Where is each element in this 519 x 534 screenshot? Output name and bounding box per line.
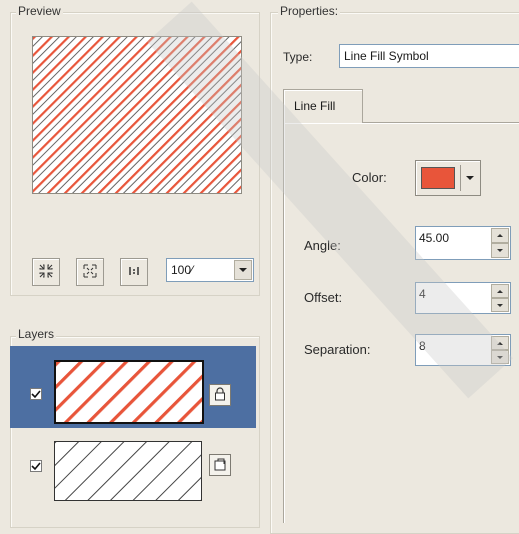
arrow-down-icon	[497, 303, 503, 307]
preview-group-title: Preview	[16, 4, 63, 18]
arrow-up-icon	[497, 341, 503, 345]
layers-group-title: Layers	[16, 327, 57, 341]
separation-value: 8	[419, 339, 426, 353]
layer-2-swatch[interactable]	[54, 441, 202, 501]
zoom-in-button[interactable]	[32, 258, 60, 286]
offset-value: 4	[419, 287, 426, 301]
symbol-type-select[interactable]: Line Fill Symbol	[339, 44, 519, 68]
chevron-down-icon	[239, 268, 247, 272]
check-icon	[31, 462, 41, 471]
check-icon	[31, 390, 41, 399]
layer-1-hatch	[56, 362, 202, 422]
angle-label: Angle:	[304, 238, 341, 253]
tab-panel-line-fill	[283, 122, 519, 523]
layer-1-visibility-checkbox[interactable]	[30, 388, 42, 400]
lock-icon	[213, 386, 227, 404]
separation-spinner[interactable]: 8	[415, 334, 511, 366]
arrow-up-icon	[497, 234, 503, 237]
color-label: Color:	[352, 170, 387, 185]
type-label: Type:	[283, 50, 313, 64]
arrow-up-icon	[497, 289, 503, 293]
chevron-down-icon	[466, 176, 474, 180]
angle-spinner[interactable]: 45.00	[415, 226, 511, 260]
layer-2-visibility-checkbox[interactable]	[30, 460, 42, 472]
zoom-dropdown-button[interactable]	[234, 260, 252, 280]
zoom-out-icon	[83, 264, 97, 281]
layer-2-hatch	[55, 442, 201, 500]
layer-1-swatch[interactable]	[54, 360, 204, 424]
angle-value: 45.00	[419, 231, 450, 245]
offset-decrement-button[interactable]	[491, 298, 509, 312]
zoom-select-value: 100⁄	[171, 263, 194, 277]
offset-spinner[interactable]: 4	[415, 282, 511, 314]
separation-decrement-button[interactable]	[491, 350, 509, 364]
actual-size-icon	[127, 264, 141, 281]
angle-increment-button[interactable]	[491, 228, 509, 243]
zoom-out-button[interactable]	[76, 258, 104, 286]
symbol-preview	[32, 36, 242, 194]
angle-decrement-button[interactable]	[491, 243, 509, 258]
tab-line-fill[interactable]: Line Fill	[283, 89, 363, 123]
actual-size-button[interactable]	[120, 258, 148, 286]
properties-group-title: Properties:	[278, 4, 341, 18]
color-swatch	[421, 167, 455, 189]
offset-increment-button[interactable]	[491, 284, 509, 298]
layer-2-lock-button[interactable]	[209, 454, 231, 476]
zoom-in-icon	[39, 264, 53, 281]
tab-line-fill-label: Line Fill	[294, 99, 336, 113]
color-picker-button[interactable]	[415, 160, 481, 196]
arrow-down-icon	[497, 355, 503, 359]
separation-increment-button[interactable]	[491, 336, 509, 350]
unlock-icon	[213, 457, 227, 474]
separation-label: Separation:	[304, 342, 371, 357]
layer-1-lock-button[interactable]	[209, 384, 231, 406]
preview-hatch-pattern	[33, 37, 241, 193]
arrow-down-icon	[497, 249, 503, 252]
symbol-type-value: Line Fill Symbol	[344, 49, 429, 63]
offset-label: Offset:	[304, 290, 343, 305]
zoom-select[interactable]: 100⁄	[166, 258, 254, 282]
